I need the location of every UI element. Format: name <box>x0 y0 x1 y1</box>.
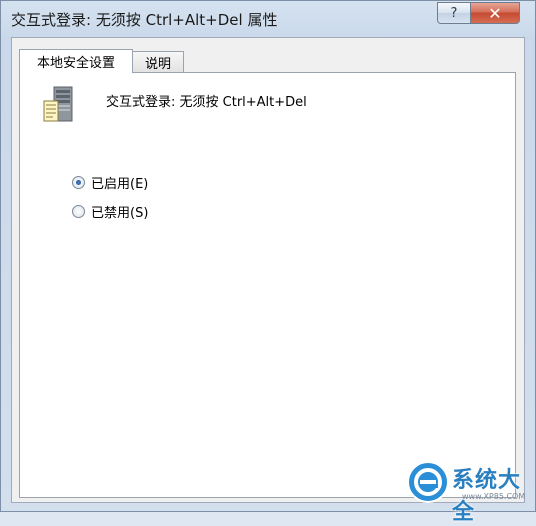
close-button[interactable]: ✕ <box>470 2 520 24</box>
radio-selected-dot <box>76 180 81 185</box>
enabled-label: 已启用(E) <box>91 177 149 192</box>
title-bar[interactable]: 交互式登录: 无须按 Ctrl+Alt+Del 属性 ? ✕ <box>1 1 535 37</box>
disabled-radio[interactable] <box>72 205 85 218</box>
watermark-url: www.XP85.COM <box>462 492 526 501</box>
watermark: 系统大全 www.XP85.COM <box>400 448 536 525</box>
help-button[interactable]: ? <box>437 2 471 24</box>
enabled-option[interactable]: 已启用(E) <box>72 173 148 192</box>
server-icon <box>43 86 73 122</box>
dialog-client-area: 本地安全设置 说明 交互式登录: 无须按 Ctrl+Alt+Del 已启用(E) <box>11 37 525 503</box>
enabled-radio[interactable] <box>72 176 85 189</box>
policy-name: 交互式登录: 无须按 Ctrl+Alt+Del <box>106 95 307 110</box>
tab-explain[interactable]: 说明 <box>132 51 184 72</box>
tab-panel: 交互式登录: 无须按 Ctrl+Alt+Del 已启用(E) 已禁用(S) <box>19 72 516 498</box>
disabled-option[interactable]: 已禁用(S) <box>72 202 148 221</box>
tab-local-security-setting[interactable]: 本地安全设置 <box>19 49 133 73</box>
xp85-logo <box>407 461 449 503</box>
window-title: 交互式登录: 无须按 Ctrl+Alt+Del 属性 <box>11 11 278 29</box>
properties-dialog: 交互式登录: 无须按 Ctrl+Alt+Del 属性 ? ✕ 本地安全设置 说明… <box>0 0 536 512</box>
disabled-label: 已禁用(S) <box>91 206 149 221</box>
